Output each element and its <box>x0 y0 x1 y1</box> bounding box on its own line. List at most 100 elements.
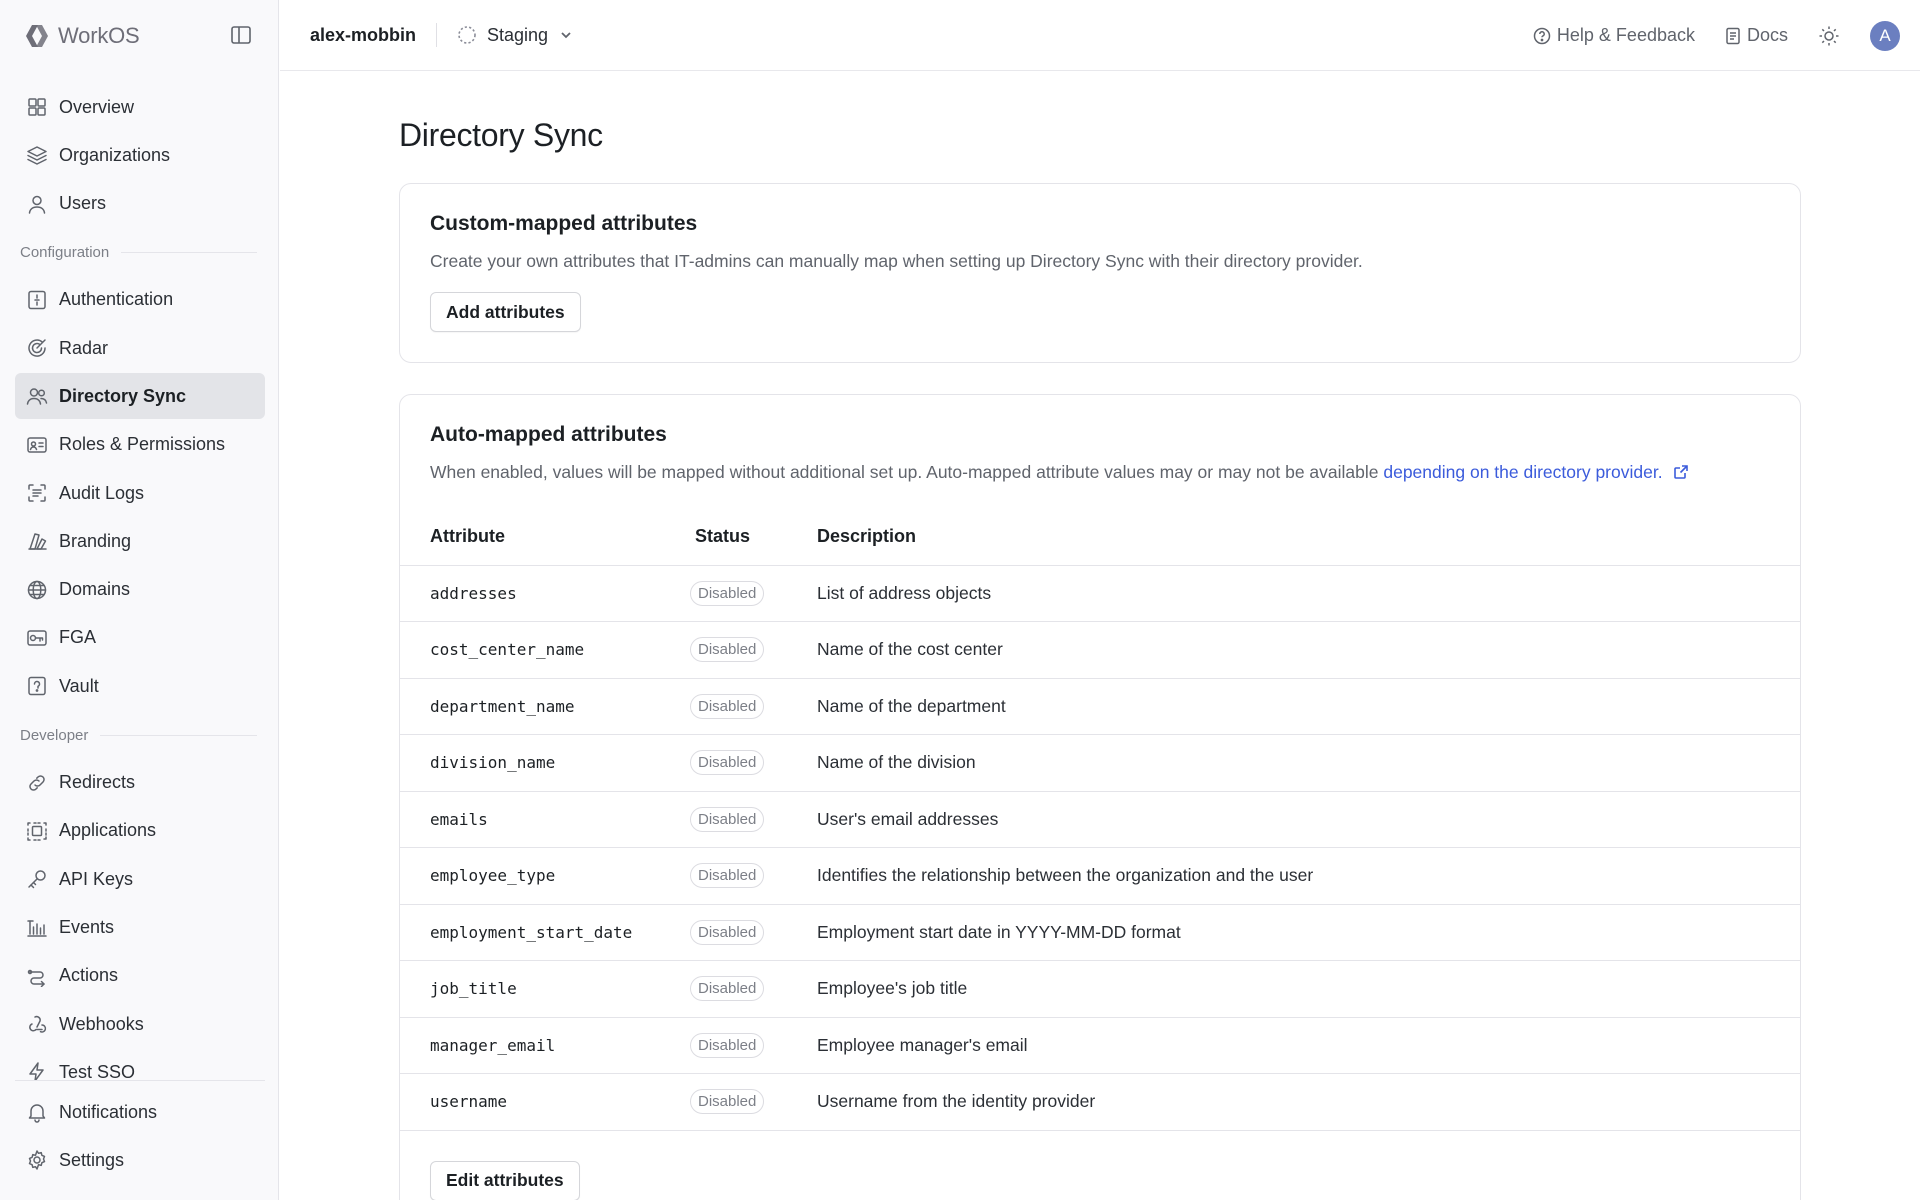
sidebar-item-authentication[interactable]: Authentication <box>15 277 265 323</box>
sidebar-item-label: FGA <box>59 627 97 648</box>
sidebar-item-label: Redirects <box>59 772 136 793</box>
sidebar-item-roles-permissions[interactable]: Roles & Permissions <box>15 422 265 468</box>
attribute-name: division_name <box>400 734 695 792</box>
sidebar-item-users[interactable]: Users <box>15 181 265 227</box>
status-badge: Disabled <box>690 1032 765 1058</box>
attribute-name: username <box>400 1073 695 1131</box>
bell-icon <box>28 1104 46 1123</box>
sidebar-item-test-sso[interactable]: Test SSO <box>15 1049 265 1080</box>
edit-attributes-button[interactable]: Edit attributes <box>430 1160 580 1200</box>
sidebar-item-events[interactable]: Events <box>15 904 265 950</box>
sidebar-item-label: Settings <box>59 1149 125 1170</box>
status-badge: Disabled <box>690 693 765 719</box>
sidebar-item-label: Branding <box>59 530 132 551</box>
document-icon <box>1726 27 1740 44</box>
attribute-name: addresses <box>400 565 695 622</box>
topbar-divider <box>436 23 438 47</box>
directory-provider-link[interactable]: depending on the directory provider. <box>1383 462 1689 482</box>
status-badge: Disabled <box>690 806 765 832</box>
bolt-icon <box>29 1062 44 1080</box>
applications-icon <box>27 822 47 841</box>
sidebar-item-notifications[interactable]: Notifications <box>15 1089 265 1135</box>
add-attributes-button[interactable]: Add attributes <box>430 292 581 332</box>
globe-icon <box>27 580 47 599</box>
team-name[interactable]: alex-mobbin <box>310 25 416 46</box>
vault-icon <box>28 677 46 696</box>
status-badge: Disabled <box>690 750 765 776</box>
sidebar-nav-scroll[interactable]: Overview Organizations Users Configuration A… <box>0 84 279 1080</box>
webhook-icon <box>29 1015 47 1033</box>
sidebar-item-domains[interactable]: Domains <box>15 567 265 613</box>
sidebar-item-label: Notifications <box>59 1101 158 1122</box>
attribute-description: Employment start date in YYYY-MM-DD form… <box>817 904 1800 961</box>
sidebar-item-audit-logs[interactable]: Audit Logs <box>15 470 265 516</box>
attribute-name: department_name <box>400 678 695 735</box>
environment-selector[interactable]: Staging <box>457 25 574 46</box>
attribute-name: job_title <box>400 960 695 1018</box>
sidebar-item-webhooks[interactable]: Webhooks <box>15 1001 265 1047</box>
sidebar-item-label: Actions <box>59 965 119 986</box>
attribute-name: employment_start_date <box>400 904 695 961</box>
id-card-icon <box>27 437 47 453</box>
custom-attributes-title: Custom-mapped attributes <box>430 212 698 235</box>
sidebar-item-fga[interactable]: FGA <box>15 615 265 661</box>
table-row: division_name Disabled Name of the divisio… <box>400 734 1800 792</box>
attribute-description: Name of the department <box>817 678 1800 735</box>
external-link-icon <box>1674 465 1689 479</box>
sidebar-section-label: Configuration <box>20 244 110 262</box>
docs-link[interactable]: Docs <box>1725 25 1788 46</box>
user-avatar[interactable]: A <box>1870 20 1900 51</box>
attribute-name: employee_type <box>400 847 695 905</box>
help-circle-icon <box>1533 27 1551 44</box>
sidebar-item-redirects[interactable]: Redirects <box>15 760 265 806</box>
column-header-status: Status <box>695 509 817 566</box>
status-badge: Disabled <box>690 580 765 606</box>
workos-logo-icon <box>26 25 48 47</box>
column-header-description: Description <box>817 509 1800 566</box>
sidebar-item-settings[interactable]: Settings <box>15 1137 265 1183</box>
theme-toggle-button[interactable] <box>1818 25 1840 47</box>
attribute-name: manager_email <box>400 1017 695 1074</box>
auto-attributes-title: Auto-mapped attributes <box>430 423 667 446</box>
table-row: emails Disabled User's email addresses <box>400 791 1800 848</box>
gear-icon <box>28 1150 46 1171</box>
sidebar-section-developer: Developer <box>15 712 265 760</box>
environment-label: Staging <box>487 24 549 45</box>
fga-icon <box>27 630 47 646</box>
page-title: Directory Sync <box>399 117 603 153</box>
users-icon <box>26 388 48 406</box>
sidebar-item-api-keys[interactable]: API Keys <box>15 856 265 902</box>
status-cell: Disabled <box>690 1073 817 1131</box>
status-cell: Disabled <box>690 847 817 905</box>
auto-attributes-description: When enabled, values will be mapped with… <box>430 461 1770 483</box>
sidebar-item-radar[interactable]: Radar <box>15 325 265 371</box>
sidebar-section-configuration: Configuration <box>15 229 265 277</box>
attribute-description: Username from the identity provider <box>817 1073 1800 1131</box>
sidebar-item-overview[interactable]: Overview <box>15 84 265 130</box>
sun-icon <box>1819 26 1839 45</box>
custom-attributes-card: Custom-mapped attributes Create your own… <box>399 183 1801 363</box>
brand[interactable]: WorkOS <box>24 20 140 52</box>
status-cell: Disabled <box>690 1017 817 1074</box>
sidebar-toggle-button[interactable] <box>228 22 254 48</box>
attribute-description: Identifies the relationship between the … <box>817 847 1800 905</box>
auth-icon <box>28 290 46 310</box>
sidebar-bottom: Notifications Settings <box>15 1080 265 1186</box>
sidebar-item-directory-sync[interactable]: Directory Sync <box>15 373 265 420</box>
table-row: department_name Disabled Name of the depar… <box>400 678 1800 735</box>
sidebar-item-label: Vault <box>59 675 99 696</box>
help-feedback-link[interactable]: Help & Feedback <box>1533 25 1695 46</box>
sidebar-item-vault[interactable]: Vault <box>15 663 265 709</box>
status-cell: Disabled <box>690 621 817 679</box>
attribute-description: Name of the division <box>817 734 1800 792</box>
sidebar-item-actions[interactable]: Actions <box>15 953 265 999</box>
attribute-name: cost_center_name <box>400 621 695 679</box>
environment-dashed-circle-icon <box>458 26 476 44</box>
sidebar-item-organizations[interactable]: Organizations <box>15 132 265 178</box>
table-row: addresses Disabled List of address objects <box>400 565 1800 622</box>
sidebar-item-label: Webhooks <box>59 1013 144 1034</box>
sidebar-item-branding[interactable]: Branding <box>15 518 265 564</box>
attribute-description: Name of the cost center <box>817 621 1800 679</box>
events-icon <box>27 920 47 938</box>
sidebar-item-applications[interactable]: Applications <box>15 808 265 854</box>
